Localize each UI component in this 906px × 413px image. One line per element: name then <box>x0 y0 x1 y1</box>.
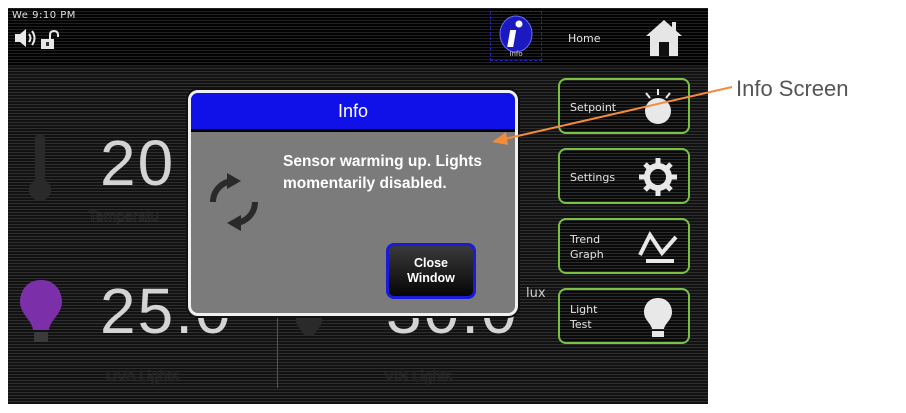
callout-label: Info Screen <box>736 76 849 101</box>
callout-arrow <box>492 86 733 145</box>
